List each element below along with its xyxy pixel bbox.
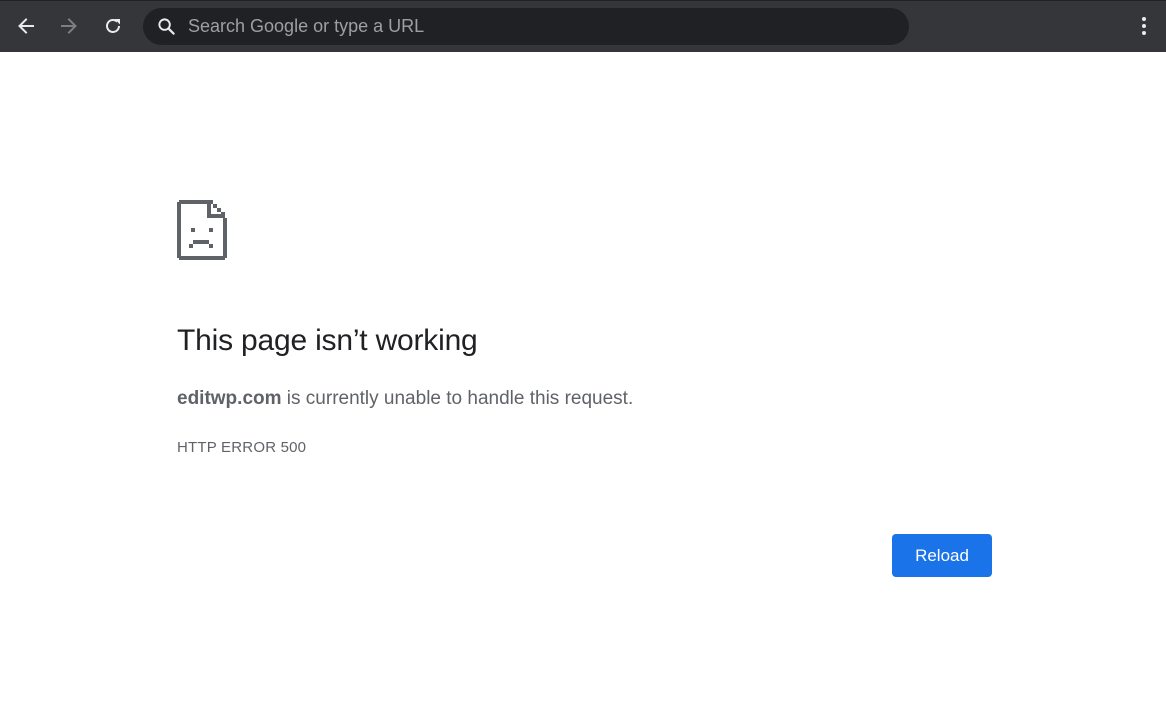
reload-button[interactable]: Reload: [892, 534, 992, 577]
error-code: HTTP ERROR 500: [177, 439, 307, 456]
back-button[interactable]: [10, 10, 42, 42]
reload-toolbar-button[interactable]: [97, 10, 129, 42]
back-arrow-icon: [18, 18, 34, 34]
forward-button[interactable]: [53, 10, 85, 42]
sad-page-icon: [177, 200, 227, 260]
omnibox[interactable]: [143, 8, 909, 45]
forward-arrow-icon: [61, 18, 77, 34]
omnibox-input[interactable]: [188, 8, 888, 45]
error-title: This page isn’t working: [177, 324, 478, 357]
reload-icon: [106, 19, 120, 33]
error-description: editwp.com is currently unable to handle…: [177, 388, 633, 410]
browser-toolbar: [0, 0, 1166, 52]
three-dot-menu-icon: [1142, 17, 1146, 35]
tab-strip-edge: [0, 0, 1166, 1]
error-domain: editwp.com: [177, 388, 282, 409]
search-icon: [158, 18, 175, 35]
error-page-content: This page isn’t working editwp.com is cu…: [177, 52, 992, 718]
browser-menu-button[interactable]: [1130, 12, 1158, 40]
error-message: is currently unable to handle this reque…: [281, 388, 634, 409]
